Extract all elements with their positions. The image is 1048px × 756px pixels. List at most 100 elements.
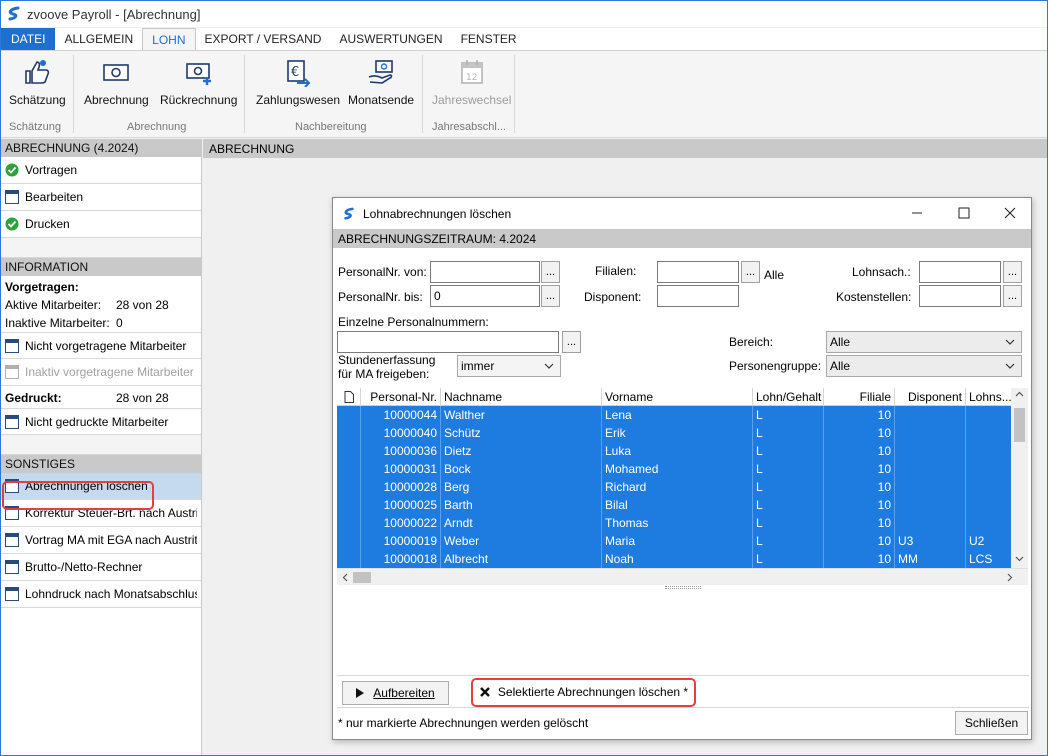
row-select-cell [337, 424, 361, 442]
personalnr-von-input[interactable] [430, 261, 540, 283]
inaktive-label: Inaktive Mitarbeiter: [5, 316, 110, 330]
row-select-cell [337, 406, 361, 424]
filialen-input[interactable] [657, 261, 739, 283]
aufbereiten-button[interactable]: Aufbereiten [342, 681, 449, 705]
cell-lohn-gehalt: L [753, 424, 824, 442]
tab-lohn[interactable]: LOHN [142, 28, 196, 50]
rueckrechnung-button[interactable]: Rückrechnung [160, 57, 237, 107]
table-row[interactable]: 10000028 Berg Richard L 10 [337, 478, 1011, 496]
vertical-scroll-thumb[interactable] [1014, 408, 1025, 442]
select-column-header[interactable] [337, 388, 361, 406]
vortragen-item[interactable]: Vortragen [1, 157, 201, 184]
einzelne-personalnummern-input[interactable] [337, 331, 559, 353]
main-header: ABRECHNUNG [203, 139, 1047, 158]
cell-personal-nr: 10000036 [361, 442, 441, 460]
lohnsach-browse-button[interactable]: ... [1003, 261, 1022, 283]
inaktive-value: 0 [116, 316, 123, 330]
column-header-personal-nr[interactable]: Personal-Nr. [361, 388, 441, 406]
vertical-scrollbar[interactable] [1011, 388, 1028, 568]
brutto-netto-item[interactable]: Brutto-/Netto-Rechner [1, 554, 201, 581]
row-select-cell [337, 442, 361, 460]
jahreswechsel-button[interactable]: 12 Jahreswechsel [432, 57, 511, 107]
horizontal-scrollbar[interactable] [337, 568, 1028, 585]
lohnabrechnungen-loeschen-dialog: Lohnabrechnungen löschen ABRECHNUNGSZEIT… [332, 197, 1032, 740]
stundenerfassung-select[interactable]: immer [457, 355, 561, 377]
menu-tabs: DATEI ALLGEMEIN LOHN EXPORT / VERSAND AU… [1, 28, 1047, 51]
filialen-browse-button[interactable]: ... [741, 261, 760, 283]
chevron-down-icon [544, 363, 554, 369]
personalnr-von-browse-button[interactable]: ... [541, 261, 560, 283]
table-row[interactable]: 10000025 Barth Bilal L 10 [337, 496, 1011, 514]
horizontal-scroll-thumb[interactable] [353, 572, 371, 583]
disponent-label: Disponent: [584, 290, 642, 304]
nicht-vorgetragen-item[interactable]: Nicht vorgetragene Mitarbeiter [1, 332, 201, 359]
cell-personal-nr: 10000018 [361, 550, 441, 568]
cell-disponent: MM [895, 550, 966, 568]
personalnr-von-label: PersonalNr. von: [338, 265, 427, 279]
table-row[interactable]: 10000019 Weber Maria L 10 U3 U2 [337, 532, 1011, 550]
disponent-input[interactable] [657, 285, 739, 307]
personalnr-bis-browse-button[interactable]: ... [541, 285, 560, 307]
vortrag-ma-ega-item[interactable]: Vortrag MA mit EGA nach Austritt [1, 527, 201, 554]
column-header-vorname[interactable]: Vorname [602, 388, 753, 406]
column-header-filiale[interactable]: Filiale [824, 388, 895, 406]
cell-nachname: Dietz [441, 442, 602, 460]
kostenstellen-input[interactable] [919, 285, 1001, 307]
inaktiv-vorgetragen-item[interactable]: Inaktiv vorgetragene Mitarbeiter [1, 359, 201, 386]
kostenstellen-browse-button[interactable]: ... [1003, 285, 1022, 307]
cell-personal-nr: 10000025 [361, 496, 441, 514]
table-row[interactable]: 10000031 Bock Mohamed L 10 [337, 460, 1011, 478]
section-header-information: INFORMATION [1, 258, 201, 276]
tab-export-versand[interactable]: EXPORT / VERSAND [196, 28, 331, 50]
maximize-icon[interactable] [957, 206, 971, 220]
group-label-abrechnung: Abrechnung [127, 121, 187, 133]
table-row[interactable]: 10000022 Arndt Thomas L 10 [337, 514, 1011, 532]
check-circle-icon [5, 217, 19, 231]
table-row[interactable]: 10000036 Dietz Luka L 10 [337, 442, 1011, 460]
hand-money-icon [368, 60, 393, 84]
drucken-item[interactable]: Drucken [1, 211, 201, 238]
nicht-gedruckt-item[interactable]: Nicht gedruckte Mitarbeiter [1, 408, 201, 435]
scroll-down-icon[interactable] [1015, 554, 1024, 563]
tab-auswertungen[interactable]: AUSWERTUNGEN [330, 28, 451, 50]
gedruckt-value: 28 von 28 [116, 391, 169, 405]
table-row[interactable]: 10000018 Albrecht Noah L 10 MM LCS [337, 550, 1011, 568]
aktive-label: Aktive Mitarbeiter: [5, 298, 102, 312]
lohndruck-item[interactable]: Lohndruck nach Monatsabschluss [1, 581, 201, 608]
cell-vorname: Thomas [602, 514, 753, 532]
table-row[interactable]: 10000044 Walther Lena L 10 [337, 406, 1011, 424]
scroll-up-icon[interactable] [1015, 390, 1024, 399]
column-header-lohn-gehalt[interactable]: Lohn/Gehalt [753, 388, 824, 406]
monatsende-button[interactable]: Monatsende [348, 57, 414, 107]
bereich-select[interactable]: Alle [826, 331, 1022, 353]
personalnr-bis-input[interactable]: 0 [430, 285, 540, 307]
lohnsach-input[interactable] [919, 261, 1001, 283]
zahlungswesen-button[interactable]: € Zahlungswesen [256, 57, 340, 107]
brutto-netto-label: Brutto-/Netto-Rechner [25, 560, 143, 574]
inaktive-row: Inaktive Mitarbeiter: 0 [1, 314, 201, 332]
stundenerfassung-value: immer [461, 359, 495, 373]
abrechnung-button[interactable]: Abrechnung [84, 57, 149, 107]
scroll-left-icon[interactable] [341, 573, 350, 582]
tab-allgemein[interactable]: ALLGEMEIN [55, 28, 142, 50]
scroll-right-icon[interactable] [1005, 573, 1014, 582]
cell-disponent [895, 424, 966, 442]
minimize-icon[interactable] [910, 206, 924, 220]
schaetzung-button[interactable]: Schätzung [9, 57, 66, 107]
cell-vorname: Luka [602, 442, 753, 460]
bearbeiten-item[interactable]: Bearbeiten [1, 184, 201, 211]
close-icon[interactable] [1003, 206, 1017, 220]
splitter-handle[interactable] [665, 586, 701, 589]
cell-lohnsach [966, 406, 1011, 424]
personengruppe-select[interactable]: Alle [826, 355, 1022, 377]
schliessen-button[interactable]: Schließen [955, 711, 1028, 735]
tab-fenster[interactable]: FENSTER [452, 28, 526, 50]
einzelne-personalnummern-browse-button[interactable]: ... [562, 331, 581, 353]
column-header-lohnsach[interactable]: Lohns... [966, 388, 1012, 406]
column-header-nachname[interactable]: Nachname [441, 388, 602, 406]
vorgetragen-row: Vorgetragen: [1, 278, 201, 296]
column-header-disponent[interactable]: Disponent [895, 388, 966, 406]
cell-disponent [895, 442, 966, 460]
table-row[interactable]: 10000040 Schütz Erik L 10 [337, 424, 1011, 442]
tab-datei[interactable]: DATEI [1, 28, 56, 50]
